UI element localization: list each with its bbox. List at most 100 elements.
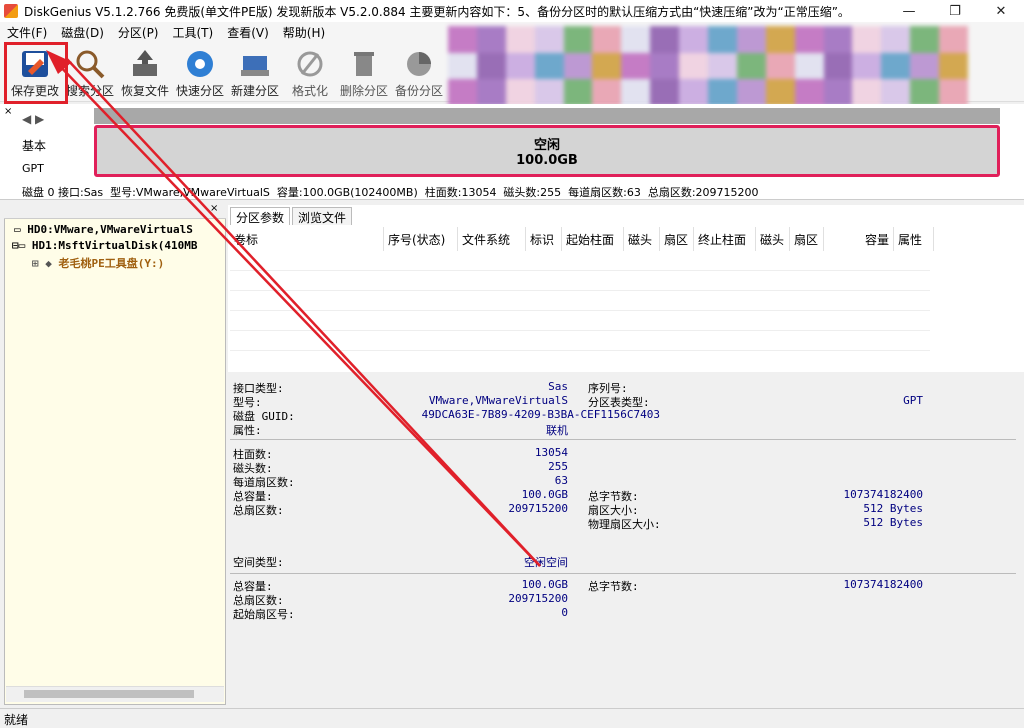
menu-file[interactable]: 文件(F) <box>0 24 54 41</box>
format-button[interactable]: 格式化 <box>282 46 338 100</box>
mosaic-cell <box>852 79 882 106</box>
mosaic-cell <box>881 52 911 80</box>
mosaic-cell <box>448 26 477 53</box>
col-end-head[interactable]: 磁头 <box>756 227 790 251</box>
menu-help[interactable]: 帮助(H) <box>276 24 332 41</box>
mosaic-cell <box>650 52 680 80</box>
prop-label: 总扇区数: <box>233 504 284 517</box>
col-start-sector[interactable]: 扇区 <box>660 227 694 251</box>
delete-partition-button[interactable]: 删除分区 <box>336 46 392 100</box>
col-id[interactable]: 标识 <box>526 227 562 251</box>
mosaic-cell <box>476 79 506 106</box>
maximize-button[interactable]: ❐ <box>932 0 978 22</box>
tree-close-icon[interactable]: × <box>210 203 218 214</box>
mosaic-cell <box>563 79 593 106</box>
col-end-sector[interactable]: 扇区 <box>790 227 824 251</box>
mosaic-cell <box>621 26 651 53</box>
separator <box>230 439 1016 440</box>
mosaic-cell <box>592 52 622 80</box>
mosaic-cell <box>736 79 766 106</box>
search-partition-button[interactable]: 搜索分区 <box>62 46 118 100</box>
mosaic-cell <box>881 26 911 53</box>
mosaic-cell <box>505 52 535 80</box>
mosaic-cell <box>708 79 737 106</box>
free-space-label: 空闲 <box>533 138 560 153</box>
recover-icon <box>129 48 161 80</box>
col-attributes[interactable]: 属性 <box>894 227 934 251</box>
mosaic-cell <box>939 26 968 53</box>
mosaic-cell <box>650 79 680 106</box>
prop-value: 209715200 <box>508 502 568 515</box>
trash-icon <box>348 48 380 80</box>
menu-tools[interactable]: 工具(T) <box>166 24 221 41</box>
pixelated-region <box>448 26 968 106</box>
mosaic-cell <box>852 52 882 80</box>
col-filesystem[interactable]: 文件系统 <box>458 227 526 251</box>
prop-label: 总字节数: <box>588 580 639 593</box>
disk-icon: ▭ <box>14 223 28 236</box>
prop-label: 物理扇区大小: <box>588 518 661 531</box>
mosaic-cell <box>448 79 477 106</box>
mosaic-cell <box>708 52 737 80</box>
save-highlight-box <box>4 42 68 104</box>
mosaic-cell <box>910 79 940 106</box>
expand-icon: ⊟▭ <box>12 239 32 252</box>
prop-value: 512 Bytes <box>863 502 923 515</box>
free-space-size: 100.0GB <box>516 153 578 168</box>
backup-partition-button[interactable]: 备份分区 <box>391 46 447 100</box>
disk-header-bar <box>94 108 1000 124</box>
prop-value: Sas <box>548 380 568 393</box>
mosaic-cell <box>823 79 853 106</box>
prop-value: 512 Bytes <box>863 516 923 529</box>
tree-item-pe-disk[interactable]: ⊞ ◆ 老毛桃PE工具盘(Y:) <box>32 255 164 271</box>
col-start-cylinder[interactable]: 起始柱面 <box>562 227 624 251</box>
prop-label: 空间类型: <box>233 556 284 569</box>
grid-line <box>230 350 930 351</box>
mosaic-cell <box>621 52 651 80</box>
free-space-block[interactable]: 空闲 100.0GB <box>94 125 1000 177</box>
menu-disk[interactable]: 磁盘(D) <box>54 24 111 41</box>
mosaic-cell <box>794 52 824 80</box>
mosaic-cell <box>505 79 535 106</box>
tree-item-hd1[interactable]: ⊟▭ HD1:MsftVirtualDisk(410MB <box>12 239 222 252</box>
mosaic-cell <box>794 79 824 106</box>
quick-partition-button[interactable]: 快速分区 <box>172 46 228 100</box>
prop-value: 13054 <box>534 446 568 459</box>
mosaic-cell <box>794 26 824 53</box>
disk-scheme-label: GPT <box>22 162 44 175</box>
mosaic-cell <box>939 79 968 106</box>
collapse-icon[interactable]: × <box>4 106 12 117</box>
col-volume-label[interactable]: 卷标 <box>230 227 384 251</box>
grid-line <box>230 270 930 271</box>
prop-value: VMware,VMwareVirtualS <box>428 394 568 407</box>
col-start-head[interactable]: 磁头 <box>624 227 660 251</box>
prop-value: 49DCA63E-7B89-4209-B3BA-CEF1156C7403 <box>421 408 660 421</box>
col-index[interactable]: 序号(状态) <box>384 227 458 251</box>
tab-browse-files[interactable]: 浏览文件 <box>292 207 353 225</box>
new-partition-button[interactable]: 新建分区 <box>227 46 283 100</box>
window-title: DiskGenius V5.1.2.766 免费版(单文件PE版) 发现新版本 … <box>24 4 850 19</box>
col-capacity[interactable]: 容量 <box>824 227 894 251</box>
backup-icon <box>403 48 435 80</box>
mosaic-cell <box>910 26 940 53</box>
mosaic-cell <box>592 26 622 53</box>
grid-line <box>230 330 930 331</box>
format-icon <box>294 48 326 80</box>
prop-value: 0 <box>561 606 568 619</box>
menu-view[interactable]: 查看(V) <box>220 24 276 41</box>
minimize-button[interactable]: — <box>886 0 932 22</box>
tab-partition-params[interactable]: 分区参数 <box>230 207 291 225</box>
mosaic-cell <box>852 26 882 53</box>
close-button[interactable]: ✕ <box>978 0 1024 22</box>
menu-partition[interactable]: 分区(P) <box>111 24 166 41</box>
prop-value: 63 <box>554 474 568 487</box>
disk-nav-arrows-icon[interactable]: ◀ ▶ <box>22 112 44 126</box>
mosaic-cell <box>708 26 737 53</box>
tree-item-hd0[interactable]: ▭ HD0:VMware,VMwareVirtualS <box>14 223 222 236</box>
recover-files-button[interactable]: 恢复文件 <box>117 46 173 100</box>
mosaic-cell <box>563 52 593 80</box>
col-end-cylinder[interactable]: 终止柱面 <box>694 227 756 251</box>
quick-partition-icon <box>184 48 216 80</box>
tree-scrollbar-thumb[interactable] <box>24 690 194 698</box>
magnifier-icon <box>74 48 106 80</box>
